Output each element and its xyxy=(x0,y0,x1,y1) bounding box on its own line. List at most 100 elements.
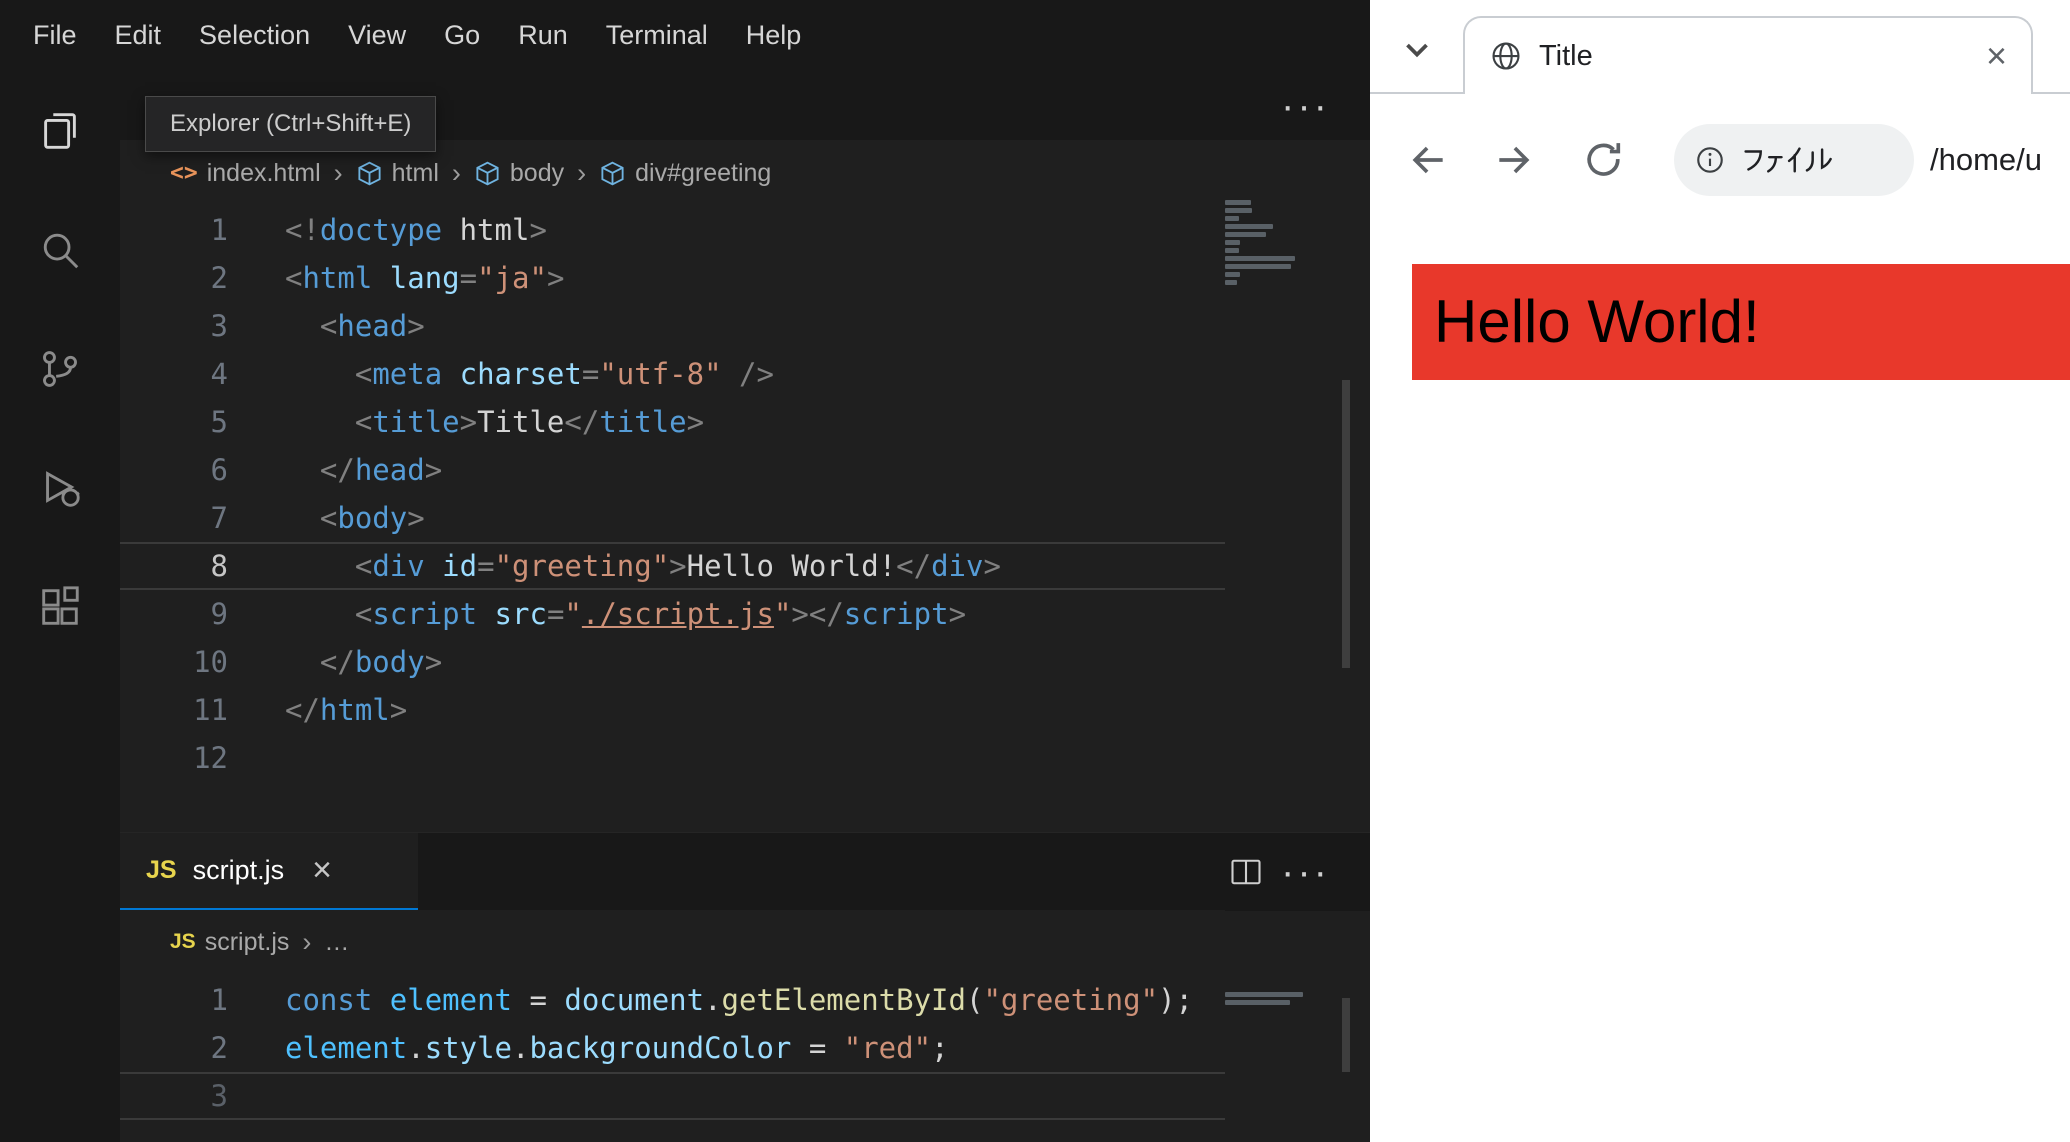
line-number[interactable]: 3 xyxy=(120,302,228,350)
menu-item-edit[interactable]: Edit xyxy=(96,20,181,51)
origin-chip[interactable] xyxy=(1674,124,1914,196)
menu-item-file[interactable]: File xyxy=(14,20,96,51)
line-number[interactable]: 7 xyxy=(120,494,228,542)
code-line[interactable]: 9 <script src="./script.js"></script> xyxy=(120,590,1225,638)
line-number[interactable]: 3 xyxy=(120,1074,228,1118)
minimap-line xyxy=(1225,264,1291,269)
breadcrumb-item[interactable]: … xyxy=(324,928,349,957)
breadcrumb-item[interactable]: html xyxy=(356,159,439,188)
menu-item-terminal[interactable]: Terminal xyxy=(587,20,727,51)
breadcrumb-item[interactable]: body xyxy=(474,159,564,188)
tabstrip-edge xyxy=(2031,92,2070,94)
breadcrumb-item[interactable]: JS script.js xyxy=(170,928,289,957)
breadcrumb-item[interactable]: div#greeting xyxy=(599,159,771,188)
html-editor: 1 <!doctype html> 2 <html lang="ja"> 3 <head… xyxy=(120,206,1225,782)
minimap-line xyxy=(1225,280,1237,285)
code-text: <html lang="ja"> xyxy=(285,261,565,295)
line-number[interactable]: 2 xyxy=(120,1024,228,1072)
line-number[interactable]: 5 xyxy=(120,398,228,446)
info-icon xyxy=(1694,144,1726,176)
symbol-cube-icon xyxy=(476,161,499,185)
back-icon[interactable] xyxy=(1406,138,1450,182)
close-icon[interactable]: × xyxy=(312,851,332,890)
forward-icon[interactable] xyxy=(1492,138,1536,182)
line-number[interactable]: 12 xyxy=(120,734,228,782)
minimap-line xyxy=(1225,240,1240,245)
code-line[interactable]: 12 xyxy=(120,734,1225,782)
code-line[interactable]: 7 <body> xyxy=(120,494,1225,542)
minimap-line xyxy=(1225,224,1273,229)
line-number[interactable]: 1 xyxy=(120,976,228,1024)
reload-icon[interactable] xyxy=(1582,138,1626,182)
code-text: <div id="greeting">Hello World!</div> xyxy=(354,549,1001,583)
minimap-line xyxy=(1225,232,1266,237)
address-text[interactable]: /home/u xyxy=(1930,142,2042,178)
activity-bar xyxy=(0,71,120,1142)
code-text: </head> xyxy=(319,453,443,487)
code-line[interactable]: 6 </head> xyxy=(120,446,1225,494)
code-line[interactable]: 11 </html> xyxy=(120,686,1225,734)
run-debug-icon[interactable] xyxy=(0,428,120,547)
menu-item-selection[interactable]: Selection xyxy=(180,20,329,51)
code-text: const element = document.getElementById(… xyxy=(285,983,1193,1017)
scrollbar[interactable] xyxy=(1342,998,1350,1072)
split-editor-icon[interactable] xyxy=(1228,854,1264,890)
code-line[interactable]: 1 <!doctype html> xyxy=(120,206,1225,254)
minimap[interactable] xyxy=(1225,200,1307,288)
tab-script-js[interactable]: JS script.js × xyxy=(120,833,418,911)
browser-tab[interactable]: Title × xyxy=(1463,16,2033,94)
symbol-cube-icon xyxy=(358,161,381,185)
code-line[interactable]: 2 element.style.backgroundColor = "red"; xyxy=(120,1024,1225,1072)
minimap-line xyxy=(1225,200,1251,205)
code-line[interactable]: 3 xyxy=(120,1072,1225,1120)
js-editor: 1 const element = document.getElementById… xyxy=(120,976,1225,1120)
code-line[interactable]: 2 <html lang="ja"> xyxy=(120,254,1225,302)
desktop: File Edit Selection View Go Run Terminal Help xyxy=(0,0,2070,1142)
explorer-tooltip: Explorer (Ctrl+Shift+E) xyxy=(145,96,437,152)
line-number[interactable]: 2 xyxy=(120,254,228,302)
source-control-icon[interactable] xyxy=(0,309,120,428)
explorer-icon[interactable] xyxy=(0,71,120,190)
breadcrumb-label: index.html xyxy=(206,158,321,187)
code-line[interactable]: 10 </body> xyxy=(120,638,1225,686)
code-line[interactable]: 8 <div id="greeting">Hello World!</div> xyxy=(120,542,1225,590)
code-text: <meta charset="utf-8" /> xyxy=(354,357,774,391)
line-number[interactable]: 9 xyxy=(120,590,228,638)
menu-item-help[interactable]: Help xyxy=(727,20,821,51)
greeting-div: Hello World! xyxy=(1412,264,2070,380)
minimap[interactable] xyxy=(1225,992,1307,1008)
code-text: <title>Title</title> xyxy=(354,405,705,439)
chevron-right-icon: › xyxy=(577,157,587,188)
scrollbar[interactable] xyxy=(1342,380,1350,668)
tab-label: script.js xyxy=(192,855,285,885)
code-line[interactable]: 5 <title>Title</title> xyxy=(120,398,1225,446)
menu-item-go[interactable]: Go xyxy=(425,20,499,51)
line-number[interactable]: 8 xyxy=(120,544,228,588)
code-line[interactable]: 1 const element = document.getElementById… xyxy=(120,976,1225,1024)
minimap-line xyxy=(1225,248,1239,253)
line-number[interactable]: 10 xyxy=(120,638,228,686)
browser-window: Title × /home/u Hello World! xyxy=(1370,0,2070,1142)
menu-item-run[interactable]: Run xyxy=(499,20,587,51)
js-icon: JS xyxy=(146,856,177,884)
line-number[interactable]: 1 xyxy=(120,206,228,254)
line-number[interactable]: 6 xyxy=(120,446,228,494)
menu-item-view[interactable]: View xyxy=(329,20,425,51)
close-icon[interactable]: × xyxy=(1986,35,2007,77)
breadcrumb-label: div#greeting xyxy=(635,158,772,187)
chevron-right-icon: › xyxy=(302,926,312,957)
chevron-right-icon: › xyxy=(333,157,343,188)
line-number[interactable]: 11 xyxy=(120,686,228,734)
code-line[interactable]: 3 <head> xyxy=(120,302,1225,350)
code-text: </html> xyxy=(285,693,408,727)
code-text: element.style.backgroundColor = "red"; xyxy=(285,1031,949,1065)
search-icon[interactable] xyxy=(0,190,120,309)
code-line[interactable]: 4 <meta charset="utf-8" /> xyxy=(120,350,1225,398)
panel-tab-bar: JS script.js × ··· xyxy=(120,832,1370,911)
js-icon: JS xyxy=(170,930,196,953)
extensions-icon[interactable] xyxy=(0,547,120,666)
line-number[interactable]: 4 xyxy=(120,350,228,398)
breadcrumb-item[interactable]: <> index.html xyxy=(170,159,321,188)
chevron-right-icon: › xyxy=(451,157,461,188)
tab-list-chevron-icon[interactable] xyxy=(1398,30,1436,68)
